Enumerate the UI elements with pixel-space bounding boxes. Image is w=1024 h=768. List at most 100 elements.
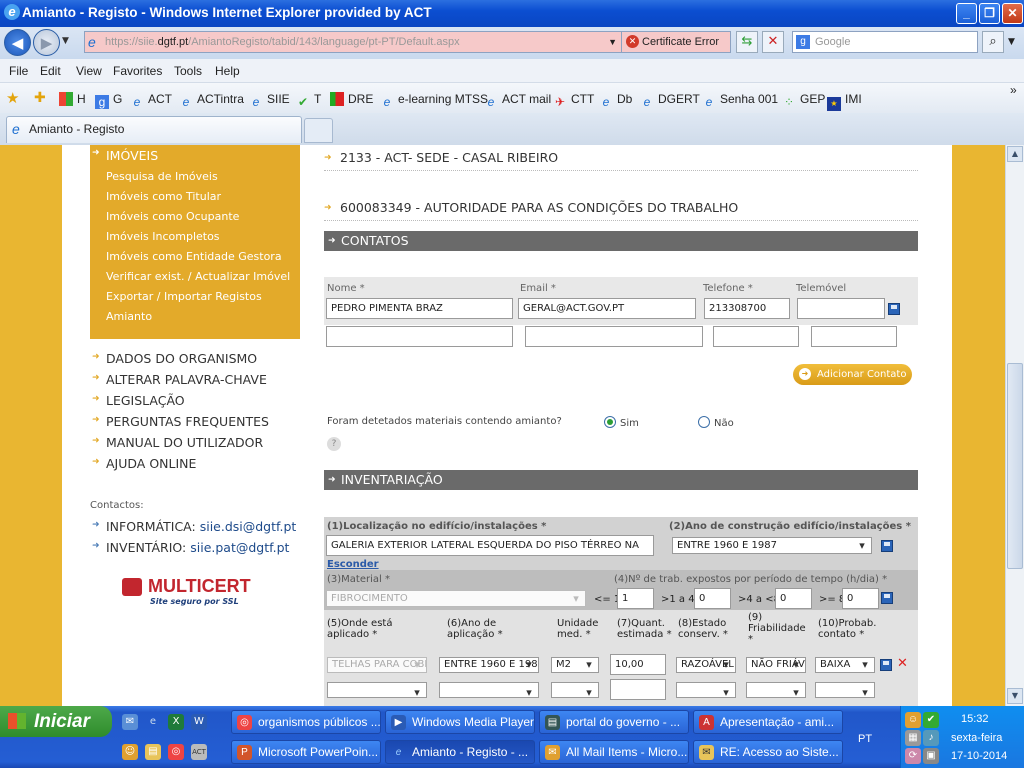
quicklaunch-folder-icon[interactable]: ▤ — [145, 744, 161, 760]
clock-time[interactable]: 15:32 — [961, 713, 989, 725]
language-indicator[interactable]: PT — [858, 733, 872, 745]
hide-link[interactable]: Esconder — [327, 559, 379, 570]
new-contact-mobile-input[interactable] — [811, 326, 897, 347]
task-organismos[interactable]: ◎ organismos públicos ... — [231, 710, 381, 734]
tab-amianto-registo[interactable]: e Amianto - Registo — [6, 116, 302, 143]
sidebar-item-entidade-gestora[interactable]: Imóveis como Entidade Gestora — [106, 250, 282, 263]
quantity-input[interactable]: 10,00 — [610, 654, 666, 675]
section-inventariacao-header[interactable]: INVENTARIAÇÃO — [324, 470, 918, 490]
contact-email-input[interactable]: GERAL@ACT.GOV.PT — [518, 298, 696, 319]
fav-siie[interactable]: e SIIE — [249, 92, 290, 109]
tray-network-icon[interactable]: ▦ — [905, 730, 921, 746]
fav-senha[interactable]: e Senha 001 — [702, 92, 778, 109]
link-ajuda-online[interactable]: AJUDA ONLINE — [92, 456, 196, 471]
new-tab-button[interactable] — [304, 118, 333, 143]
fav-act[interactable]: e ACT — [130, 92, 172, 109]
add-favorite-icon[interactable]: ✚ — [34, 89, 46, 106]
quicklaunch-word-icon[interactable]: W — [191, 714, 207, 730]
forward-button[interactable]: ▶ — [33, 29, 60, 56]
material-select[interactable]: FIBROCIMENTO — [326, 590, 586, 607]
fav-imi[interactable]: ★ IMI — [827, 92, 862, 111]
radio-nao[interactable] — [698, 416, 710, 428]
recent-pages-dropdown[interactable]: ▼ — [62, 36, 69, 46]
contact-mobile-input[interactable] — [797, 298, 885, 319]
conservation-state-select[interactable]: RAZOÁVEL — [676, 657, 736, 673]
menu-view[interactable]: View — [76, 64, 102, 78]
sidebar-item-incompletos[interactable]: Imóveis Incompletos — [106, 230, 220, 243]
tray-shield-icon[interactable]: ✔ — [923, 712, 939, 728]
address-dropdown[interactable]: ▼ — [608, 32, 617, 52]
quicklaunch-ie-icon[interactable]: e — [145, 714, 161, 730]
delete-item-icon[interactable]: ✕ — [897, 656, 908, 671]
fav-elearning[interactable]: e e-learning MTSS — [380, 92, 488, 109]
save-item-icon[interactable] — [880, 659, 892, 671]
certificate-error-button[interactable]: ✕ Certificate Error — [621, 31, 731, 53]
quicklaunch-chrome-icon[interactable]: ◎ — [168, 744, 184, 760]
new-contact-name-input[interactable] — [326, 326, 513, 347]
task-portal-governo[interactable]: ▤ portal do governo - ... — [539, 710, 689, 734]
close-button[interactable]: ✕ — [1002, 3, 1023, 24]
tray-device-icon[interactable]: ▣ — [923, 748, 939, 764]
contact-probability-select[interactable]: BAIXA — [815, 657, 875, 673]
refresh-icon[interactable]: ⇆ — [736, 31, 758, 53]
radio-sim[interactable] — [604, 416, 616, 428]
back-button[interactable]: ◀ — [4, 29, 31, 56]
fav-db[interactable]: e Db — [599, 92, 633, 109]
add-contact-button[interactable]: Adicionar Contato — [793, 364, 912, 385]
new-application-year-select[interactable] — [439, 682, 539, 698]
quicklaunch-outlook-icon[interactable]: ✉ — [122, 714, 138, 730]
sidebar-item-verificar[interactable]: Verificar exist. / Actualizar Imóvel — [106, 270, 290, 283]
sidebar-section-imoveis[interactable]: IMÓVEIS — [92, 148, 158, 163]
task-media-player[interactable]: ▶ Windows Media Player — [385, 710, 535, 734]
quicklaunch-act-icon[interactable]: ACT — [191, 744, 207, 760]
fav-gep[interactable]: ⁘ GEP — [782, 92, 825, 109]
scroll-thumb[interactable] — [1007, 363, 1023, 569]
menu-file[interactable]: File — [9, 64, 28, 78]
workers-1to4-input[interactable]: 0 — [694, 588, 731, 609]
task-apresentacao[interactable]: A Apresentação - ami... — [693, 710, 843, 734]
minimize-button[interactable]: _ — [956, 3, 977, 24]
quicklaunch-excel-icon[interactable]: X — [168, 714, 184, 730]
new-where-applied-select[interactable] — [327, 682, 427, 698]
sidebar-item-amianto[interactable]: Amianto — [106, 310, 152, 323]
fav-ctt[interactable]: ✈ CTT — [553, 92, 594, 109]
link-alterar-palavra-chave[interactable]: ALTERAR PALAVRA-CHAVE — [92, 372, 267, 387]
new-unit-select[interactable] — [551, 682, 599, 698]
tray-volume-icon[interactable]: ♪ — [923, 730, 939, 746]
help-icon[interactable]: ? — [327, 437, 341, 451]
contact-name-input[interactable]: PEDRO PIMENTA BRAZ — [326, 298, 513, 319]
link-perguntas-frequentes[interactable]: PERGUNTAS FREQUENTES — [92, 414, 269, 429]
menu-tools[interactable]: Tools — [174, 64, 202, 78]
save-location-icon[interactable] — [881, 540, 893, 552]
menu-help[interactable]: Help — [215, 64, 240, 78]
menu-edit[interactable]: Edit — [40, 64, 61, 78]
new-quantity-input[interactable] — [610, 679, 666, 700]
vertical-scrollbar[interactable]: ▲ ▼ — [1005, 145, 1024, 706]
scroll-down-icon[interactable]: ▼ — [1007, 688, 1023, 704]
new-conservation-state-select[interactable] — [676, 682, 736, 698]
new-contact-phone-input[interactable] — [713, 326, 799, 347]
save-contact-icon[interactable] — [888, 303, 900, 315]
fav-dgert[interactable]: e DGERT — [640, 92, 700, 109]
sidebar-item-ocupante[interactable]: Imóveis como Ocupante — [106, 210, 239, 223]
search-input[interactable]: g Google — [792, 31, 978, 53]
tray-messenger-icon[interactable]: ☺ — [905, 712, 921, 728]
maximize-button[interactable]: ❐ — [979, 3, 1000, 24]
task-re-acesso[interactable]: ✉ RE: Acesso ao Siste... — [693, 740, 843, 764]
new-friability-select[interactable] — [746, 682, 806, 698]
link-dados-organismo[interactable]: DADOS DO ORGANISMO — [92, 351, 257, 366]
construction-year-select[interactable]: ENTRE 1960 E 1987 — [672, 537, 872, 554]
stop-icon[interactable]: ✕ — [762, 31, 784, 53]
task-mail-items[interactable]: ✉ All Mail Items - Micro... — [539, 740, 689, 764]
unit-select[interactable]: M2 — [551, 657, 599, 673]
task-amianto-registo[interactable]: e Amianto - Registo - ... — [385, 740, 535, 764]
fav-act-mail[interactable]: e ACT mail — [484, 92, 551, 109]
start-button[interactable]: Iniciar — [0, 706, 112, 737]
search-icon[interactable]: ⌕ — [982, 31, 1004, 53]
fav-h[interactable]: H — [59, 92, 86, 106]
application-year-select[interactable]: ENTRE 1960 E 1987 — [439, 657, 539, 673]
search-options-dropdown[interactable]: ▼ — [1008, 37, 1015, 47]
sidebar-item-pesquisa[interactable]: Pesquisa de Imóveis — [106, 170, 218, 183]
workers-4to8-input[interactable]: 0 — [775, 588, 812, 609]
fav-g[interactable]: gG — [95, 92, 122, 109]
